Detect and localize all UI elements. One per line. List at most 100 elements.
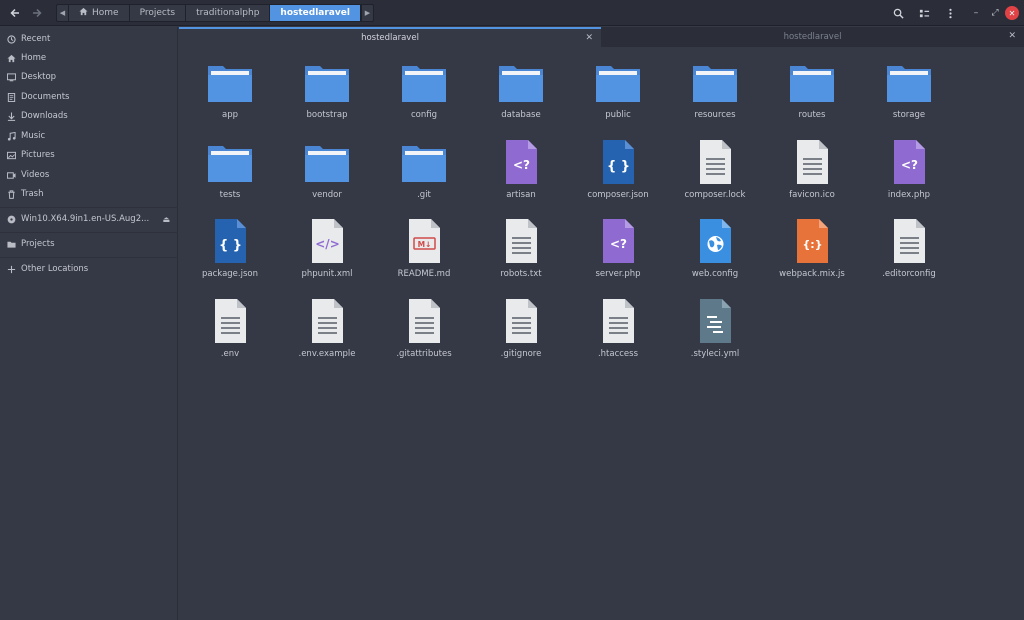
file-item[interactable]: {:} webpack.mix.js — [767, 217, 857, 295]
file-item[interactable]: composer.lock — [670, 138, 760, 216]
folder-icon — [208, 66, 252, 102]
sidebar: Recent Home Desktop Documents Downloads … — [0, 27, 178, 620]
file-item[interactable]: { } composer.json — [573, 138, 663, 216]
search-button[interactable] — [888, 3, 908, 23]
triangle-left-icon: ◀ — [59, 9, 66, 17]
document-icon — [6, 92, 16, 102]
tab-hostedlaravel-active[interactable]: hostedlaravel ✕ — [179, 27, 601, 47]
file-item[interactable]: .git — [379, 138, 469, 216]
arrow-left-icon — [10, 8, 19, 18]
eject-icon[interactable]: ⏏ — [162, 215, 170, 224]
file-item[interactable]: </> phpunit.xml — [282, 217, 372, 295]
file-item[interactable]: database — [476, 58, 566, 136]
sidebar-item-videos[interactable]: Videos — [0, 166, 178, 184]
file-item[interactable]: storage — [864, 58, 954, 136]
file-name-label: app — [222, 110, 238, 120]
file-name-label: public — [605, 110, 631, 120]
file-item[interactable]: <? server.php — [573, 217, 663, 295]
sidebar-item-home[interactable]: Home — [0, 49, 178, 67]
file-item[interactable]: <? artisan — [476, 138, 566, 216]
tab-label: hostedlaravel — [783, 32, 842, 42]
file-item[interactable]: resources — [670, 58, 760, 136]
file-item[interactable]: public — [573, 58, 663, 136]
file-item[interactable]: .gitattributes — [379, 297, 469, 375]
file-grid: app bootstrap config database public resource… — [179, 47, 1024, 620]
crumb-traditionalphp[interactable]: traditionalphp — [186, 5, 271, 21]
path-scroll-right-button[interactable]: ▶ — [360, 5, 373, 21]
svg-text:<?: <? — [610, 237, 627, 251]
file-name-label: .styleci.yml — [690, 348, 740, 359]
file-item[interactable]: .gitignore — [476, 297, 566, 375]
sidebar-item-label: Pictures — [21, 150, 55, 160]
close-tab-icon[interactable]: ✕ — [1008, 31, 1016, 41]
file-item[interactable]: routes — [767, 58, 857, 136]
sidebar-item-documents[interactable]: Documents — [0, 88, 178, 106]
json-file-icon: { } — [603, 139, 634, 184]
view-toggle-button[interactable] — [914, 3, 934, 23]
svg-text:M↓: M↓ — [418, 240, 432, 249]
file-name-label: phpunit.xml — [301, 269, 353, 279]
forward-button[interactable] — [27, 3, 47, 23]
file-item[interactable]: .styleci.yml — [670, 297, 760, 375]
crumb-hostedlaravel[interactable]: hostedlaravel — [270, 5, 361, 21]
file-item[interactable]: robots.txt — [476, 217, 566, 295]
tab-hostedlaravel-inactive[interactable]: hostedlaravel ✕ — [601, 27, 1024, 47]
menu-button[interactable] — [940, 3, 960, 23]
file-item[interactable]: favicon.ico — [767, 138, 857, 216]
file-name-label: .gitattributes — [396, 348, 452, 359]
file-item[interactable]: .env.example — [282, 297, 372, 375]
javascript-file-icon: {:} — [797, 219, 828, 263]
path-scroll-left-button[interactable]: ◀ — [57, 5, 69, 21]
file-item[interactable]: <? index.php — [864, 138, 954, 216]
file-item[interactable]: .env — [185, 297, 275, 375]
sidebar-item-recent[interactable]: Recent — [0, 30, 178, 48]
maximize-button[interactable]: ⤢ — [988, 6, 1002, 20]
file-item[interactable]: .editorconfig — [864, 217, 954, 295]
sidebar-item-pictures[interactable]: Pictures — [0, 146, 178, 164]
sidebar-item-label: Music — [21, 131, 46, 141]
file-item[interactable]: { } package.json — [185, 217, 275, 295]
file-item[interactable]: web.config — [670, 217, 760, 295]
back-button[interactable] — [5, 3, 25, 23]
crumb-projects[interactable]: Projects — [130, 5, 187, 21]
sidebar-item-desktop[interactable]: Desktop — [0, 68, 178, 86]
file-name-label: index.php — [887, 189, 931, 200]
crumb-home[interactable]: Home — [69, 5, 130, 21]
text-file-icon — [894, 219, 925, 263]
desktop-icon — [6, 72, 16, 82]
file-item[interactable]: config — [379, 58, 469, 136]
sidebar-item-label: Trash — [21, 189, 44, 199]
close-window-button[interactable]: ✕ — [1005, 6, 1019, 20]
markdown-file-icon: M↓ — [409, 219, 440, 263]
file-name-label: bootstrap — [306, 110, 348, 120]
file-item[interactable]: tests — [185, 138, 275, 216]
music-icon — [6, 131, 16, 141]
minimize-button[interactable]: – — [969, 6, 983, 20]
svg-text:</>: </> — [315, 237, 340, 251]
crumb-label: traditionalphp — [196, 8, 260, 18]
file-name-label: composer.lock — [684, 189, 746, 200]
php-file-icon: <? — [603, 219, 634, 263]
yaml-file-icon — [700, 298, 731, 343]
crumb-label: hostedlaravel — [280, 8, 350, 18]
folder-icon — [499, 66, 543, 102]
file-item[interactable]: M↓ README.md — [379, 217, 469, 295]
file-item[interactable]: vendor — [282, 138, 372, 216]
sidebar-item-trash[interactable]: Trash — [0, 185, 178, 203]
minimize-icon: – — [973, 8, 979, 18]
maximize-icon: ⤢ — [991, 8, 999, 18]
file-item[interactable]: .htaccess — [573, 297, 663, 375]
sidebar-item-other-locations[interactable]: Other Locations — [0, 260, 178, 278]
sidebar-item-music[interactable]: Music — [0, 127, 178, 145]
file-name-label: web.config — [691, 269, 739, 279]
sidebar-item-projects[interactable]: Projects — [0, 235, 178, 253]
file-name-label: vendor — [312, 189, 342, 200]
text-file-icon — [215, 298, 246, 343]
sidebar-item-label: Other Locations — [21, 264, 89, 274]
file-name-label: storage — [892, 110, 926, 120]
sidebar-item-downloads[interactable]: Downloads — [0, 107, 178, 125]
sidebar-item-device[interactable]: Win10.X64.9in1.en-US.Aug2... ⏏ — [0, 210, 178, 228]
close-tab-icon[interactable]: ✕ — [585, 33, 593, 43]
file-item[interactable]: bootstrap — [282, 58, 372, 136]
file-item[interactable]: app — [185, 58, 275, 136]
